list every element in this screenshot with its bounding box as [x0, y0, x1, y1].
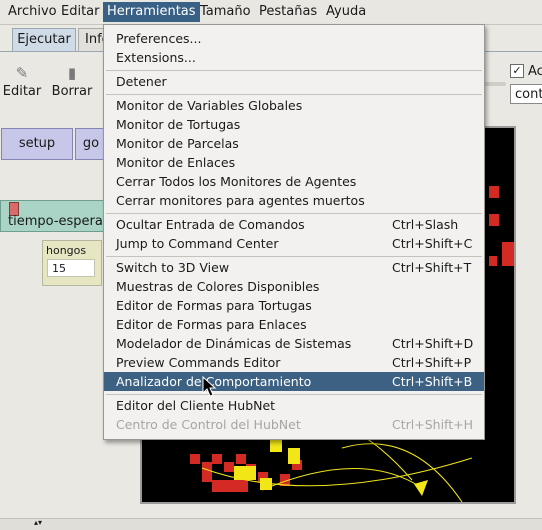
checkbox-label: Ac [528, 64, 542, 79]
menu-editar[interactable]: Editar [57, 2, 104, 22]
menu-item-preview-commands[interactable]: Preview Commands Editor Ctrl+Shift+P [104, 353, 484, 372]
menu-item-cerrar-monitores[interactable]: Cerrar Todos los Monitores de Agentes [104, 172, 484, 191]
menu-separator [106, 394, 482, 395]
editar-label: Editar [2, 84, 42, 99]
menu-item-3d-view[interactable]: Switch to 3D View Ctrl+Shift+T [104, 258, 484, 277]
menu-item-jump-command-center[interactable]: Jump to Command Center Ctrl+Shift+C [104, 234, 484, 253]
menu-separator [106, 70, 482, 71]
menu-item-analizador-comportamiento[interactable]: Analizador de Comportamiento Ctrl+Shift+B [104, 372, 484, 391]
menu-item-extensions[interactable]: Extensions... [104, 48, 484, 67]
cont-dropdown[interactable]: cont [510, 84, 542, 104]
editar-tool-button[interactable]: ✎ Editar [2, 62, 42, 106]
menu-item-cliente-hubnet[interactable]: Editor del Cliente HubNet [104, 396, 484, 415]
menu-bar: Archivo Editar Herramientas Tamaño Pesta… [0, 0, 542, 25]
menu-item-preferences[interactable]: Preferences... [104, 29, 484, 48]
toolbar-handle [482, 82, 506, 86]
resize-arrows-icon[interactable]: ▴▾ [34, 518, 42, 528]
status-bar [0, 518, 542, 530]
menu-pestanas[interactable]: Pestañas [255, 2, 321, 22]
borrar-label: Borrar [51, 84, 93, 99]
menu-item-monitor-enlaces[interactable]: Monitor de Enlaces [104, 153, 484, 172]
checkbox[interactable]: ✓ [510, 64, 524, 78]
monitor-value: 15 [47, 259, 95, 277]
menu-item-cerrar-muertos[interactable]: Cerrar monitores para agentes muertos [104, 191, 484, 210]
slider-label: tiempo-espera [8, 214, 103, 229]
menu-item-detener[interactable]: Detener [104, 72, 484, 91]
menu-item-dinamicas-sistemas[interactable]: Modelador de Dinámicas de Sistemas Ctrl+S… [104, 334, 484, 353]
menu-item-formas-enlaces[interactable]: Editor de Formas para Enlaces [104, 315, 484, 334]
pencil-icon: ✎ [15, 64, 29, 82]
menu-item-centro-hubnet: Centro de Control del HubNet Ctrl+Shift+H [116, 417, 473, 432]
trash-icon: ▮ [67, 64, 77, 82]
menu-tamano[interactable]: Tamaño [196, 2, 255, 22]
menu-archivo[interactable]: Archivo [4, 2, 61, 22]
menu-item-monitor-parcelas[interactable]: Monitor de Parcelas [104, 134, 484, 153]
menu-herramientas[interactable]: Herramientas [103, 2, 200, 22]
menu-separator [106, 94, 482, 95]
borrar-tool-button[interactable]: ▮ Borrar [50, 62, 94, 106]
herramientas-dropdown: Preferences... Extensions... Detener Mon… [103, 24, 485, 440]
menu-item-ocultar-comandos[interactable]: Ocultar Entrada de Comandos Ctrl+Slash [104, 215, 484, 234]
menu-separator [106, 213, 482, 214]
menu-separator [106, 256, 482, 257]
tab-ejecutar[interactable]: Ejecutar [12, 28, 76, 51]
menu-item-monitor-tortugas[interactable]: Monitor de Tortugas [104, 115, 484, 134]
menu-ayuda[interactable]: Ayuda [322, 2, 370, 22]
setup-button[interactable]: setup [1, 128, 73, 160]
monitor-label: hongos [46, 244, 87, 257]
menu-item-monitor-globales[interactable]: Monitor de Variables Globales [104, 96, 484, 115]
menu-item-formas-tortugas[interactable]: Editor de Formas para Tortugas [104, 296, 484, 315]
menu-item-muestras-colores[interactable]: Muestras de Colores Disponibles [104, 277, 484, 296]
mouse-cursor-icon [202, 376, 217, 397]
